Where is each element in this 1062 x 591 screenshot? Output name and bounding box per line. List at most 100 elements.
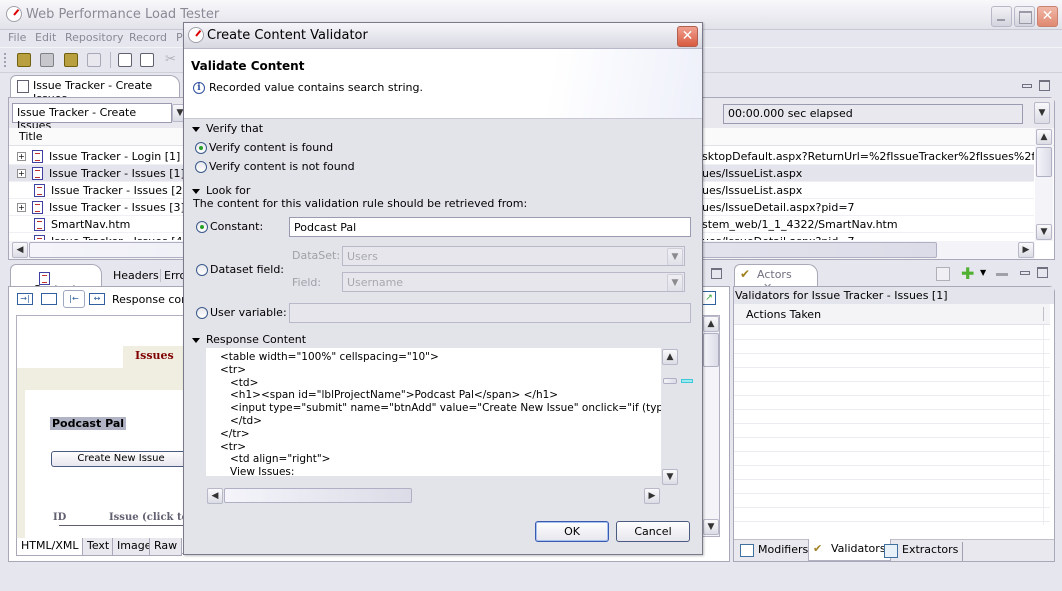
align-left-icon[interactable]: |←	[63, 290, 85, 308]
open-repository-icon[interactable]	[64, 53, 78, 67]
expand-icon[interactable]: +	[17, 202, 26, 212]
list-view-icon[interactable]	[118, 53, 132, 67]
expand-icon[interactable]: ↔	[89, 293, 105, 305]
edit-view-icon[interactable]	[140, 53, 154, 67]
editor-tab[interactable]: Issue Tracker - Create Issues	[10, 75, 180, 105]
dialog-close-button[interactable]: ✕	[677, 26, 698, 47]
tab-modifiers[interactable]: Modifiers	[736, 542, 812, 561]
tab-html-xml[interactable]: HTML/XML	[16, 538, 84, 556]
ok-button[interactable]: OK	[535, 521, 609, 542]
verify-not-found-label[interactable]: Verify content is not found	[209, 160, 355, 173]
new-repository-icon[interactable]	[17, 53, 31, 67]
menu-record[interactable]: Record	[129, 31, 167, 44]
tab-errors[interactable]: Errors	[160, 269, 184, 282]
scroll-right-button[interactable]: ▶	[1018, 242, 1034, 258]
dialog-header: Validate Content i Recorded value contai…	[184, 49, 702, 119]
menu-more[interactable]: P	[176, 31, 183, 44]
code-scroll-up[interactable]: ▲	[662, 349, 678, 365]
tree-vertical-scrollbar[interactable]: ▲ ▼	[1035, 128, 1053, 241]
content-scroll-thumb[interactable]	[703, 333, 719, 367]
content-scroll-down[interactable]: ▼	[703, 519, 719, 535]
tab-raw[interactable]: Raw	[149, 538, 183, 556]
dialog-header-title: Validate Content	[191, 59, 305, 73]
minimize-button[interactable]	[991, 6, 1012, 27]
elapsed-dropdown-button[interactable]: ▼	[1034, 102, 1050, 124]
cancel-button[interactable]: Cancel	[616, 521, 690, 542]
table-row-line	[734, 521, 1050, 522]
close-repository-icon[interactable]	[40, 53, 54, 67]
tab-actors[interactable]: ✔ Actors ✕	[734, 264, 818, 294]
code-scroll-left[interactable]: ◀	[207, 488, 223, 504]
page-icon	[34, 217, 45, 231]
user-variable-radio[interactable]	[196, 307, 208, 319]
actor-type-tabs: Modifiers ✔ Validators Extractors	[734, 539, 1054, 561]
actors-maximize-icon[interactable]	[1037, 267, 1048, 278]
panel-minimize-icon[interactable]	[1022, 84, 1032, 88]
code-line: <td align="right">	[220, 453, 331, 466]
add-actor-icon[interactable]: ✚	[961, 264, 974, 283]
column-title[interactable]: Title	[19, 130, 43, 143]
code-vertical-scrollbar[interactable]: ▲ ▼	[661, 348, 680, 486]
actors-minimize-icon[interactable]	[1020, 271, 1030, 275]
remove-actor-icon[interactable]	[996, 273, 1008, 276]
verify-found-label[interactable]: Verify content is found	[209, 141, 333, 154]
cursor-marker	[681, 379, 693, 383]
panel-maximize-icon[interactable]	[1039, 80, 1050, 91]
menu-repository[interactable]: Repository	[65, 31, 124, 44]
expand-icon[interactable]: +	[17, 151, 26, 161]
toolbar-grip[interactable]	[4, 53, 6, 67]
tab-text[interactable]: Text	[82, 538, 115, 556]
validators-heading: Validators for Issue Tracker - Issues [1…	[735, 289, 948, 302]
content-panel-maximize-icon[interactable]	[711, 268, 722, 279]
scroll-down-button[interactable]: ▼	[1036, 224, 1052, 240]
table-row-line	[734, 353, 1050, 354]
split-view-icon[interactable]	[41, 293, 57, 305]
look-for-description: The content for this validation rule sho…	[193, 197, 528, 210]
user-variable-label[interactable]: User variable:	[210, 306, 287, 319]
tab-extractors[interactable]: Extractors	[880, 542, 964, 561]
constant-label[interactable]: Constant:	[210, 220, 263, 233]
look-for-section-toggle[interactable]: Look for	[192, 184, 250, 197]
verify-that-section-toggle[interactable]: Verify that	[192, 122, 263, 135]
column-actions-taken[interactable]: Actions Taken	[746, 308, 821, 321]
content-vertical-scrollbar[interactable]: ▲ ▼	[702, 315, 720, 537]
close-window-button[interactable]: ✕	[1037, 6, 1058, 27]
response-content-viewer[interactable]: <table width="100%" cellspacing="10"> <tr…	[206, 348, 661, 476]
code-line: <tr>	[220, 363, 247, 376]
preview-create-issue-button[interactable]: Create New Issue	[51, 451, 185, 467]
preview-issues-header: Issues	[135, 349, 174, 362]
align-right-icon[interactable]: →|	[17, 293, 33, 305]
code-scroll-right[interactable]: ▶	[644, 488, 660, 504]
tab-headers[interactable]: Headers	[113, 269, 159, 282]
code-scroll-h-thumb[interactable]	[224, 488, 412, 503]
scroll-left-button[interactable]: ◀	[12, 242, 28, 258]
tab-validators[interactable]: ✔ Validators	[808, 539, 891, 561]
save-icon[interactable]	[87, 53, 101, 67]
cut-icon[interactable]: ✂	[165, 52, 176, 67]
verify-found-radio[interactable]	[195, 142, 207, 154]
menu-file[interactable]: File	[8, 31, 26, 44]
constant-input[interactable]: Podcast Pal	[289, 217, 691, 237]
add-dropdown-icon[interactable]: ▼	[980, 268, 986, 277]
code-scroll-down[interactable]: ▼	[662, 469, 678, 485]
response-content-section-toggle[interactable]: Response Content	[192, 333, 306, 346]
code-scroll-thumb[interactable]	[663, 378, 677, 384]
html-preview: Issues Podcast Pal Create New Issue ID I…	[16, 315, 186, 554]
export-icon[interactable]: ↗	[702, 291, 716, 305]
tab-content[interactable]: Content ✕	[10, 264, 102, 309]
field-sub-label: Field:	[292, 276, 322, 289]
edit-actor-icon[interactable]	[936, 267, 950, 281]
constant-radio[interactable]	[196, 221, 208, 233]
expand-icon[interactable]: +	[17, 168, 26, 178]
dataset-field-radio[interactable]	[196, 264, 208, 276]
maximize-button[interactable]	[1014, 6, 1035, 27]
code-horizontal-scrollbar[interactable]: ◀ ▶	[206, 487, 662, 504]
page-icon	[32, 149, 43, 163]
scroll-up-button[interactable]: ▲	[1036, 129, 1052, 145]
test-case-selector[interactable]: Issue Tracker - Create Issues	[12, 103, 172, 132]
content-scroll-up[interactable]: ▲	[703, 316, 719, 332]
verify-not-found-radio[interactable]	[195, 161, 207, 173]
scroll-thumb[interactable]	[1036, 147, 1052, 177]
dataset-field-label[interactable]: Dataset field:	[210, 263, 284, 276]
menu-edit[interactable]: Edit	[35, 31, 56, 44]
